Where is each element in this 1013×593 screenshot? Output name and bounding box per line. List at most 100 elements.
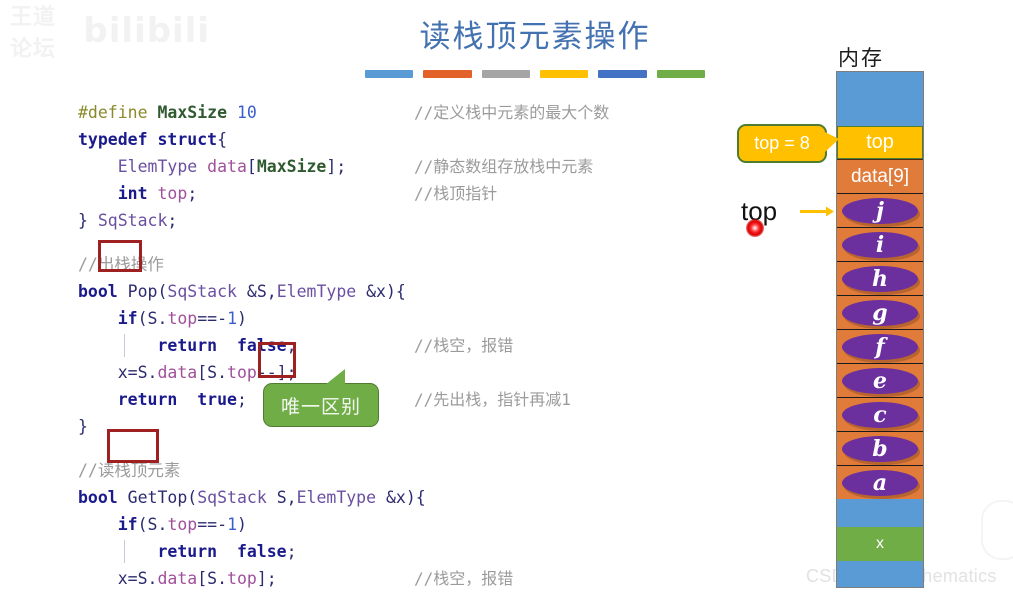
top-value-callout: top = 8 [737, 124, 839, 163]
code-comments-column: //定义栈中元素的最大个数 //静态数组存放栈中元素 //栈顶指针 //栈空，报错… [414, 99, 609, 593]
title-accent-bar-1 [365, 70, 414, 78]
memory-value-ellipse: g [842, 299, 918, 326]
comment-line-10: //先出栈，指针再减1 [414, 390, 571, 409]
code-token: ( [157, 282, 168, 301]
memory-cell-blue-12 [837, 499, 923, 527]
code-token: } [78, 211, 98, 230]
memory-cell-data-b: b [837, 431, 923, 465]
code-token: ; [236, 390, 247, 409]
code-token: ( [187, 488, 198, 507]
memory-diagram-title: 内存 [838, 47, 884, 70]
code-line-15: bool GetTop(SqStack S,ElemType &x){ [78, 484, 426, 511]
code-token: SqStack [197, 488, 277, 507]
code-token: top [157, 184, 188, 203]
code-token: --]; [256, 363, 297, 382]
code-token: data [157, 363, 198, 382]
comment-line-9 [414, 359, 609, 386]
bilibili-watermark: 王道论坛 bilibili [10, 4, 210, 61]
code-token: { [217, 130, 228, 149]
code-token: [S. [197, 363, 228, 382]
indent-guide [124, 540, 125, 563]
code-token: top [167, 515, 198, 534]
memory-cell-data-g: g [837, 295, 923, 329]
comment-line-5 [414, 251, 609, 278]
code-token: ]; [326, 157, 347, 176]
code-line-17: return false; [78, 538, 426, 565]
mouse-cursor-indicator [746, 219, 764, 237]
code-line-8: if(S.top==-1) [78, 305, 426, 332]
code-token: ElemType [78, 157, 208, 176]
title-accent-bars [365, 70, 705, 78]
code-token: data [207, 157, 247, 176]
memory-cell-data-c: c [837, 397, 923, 431]
code-line-7: bool Pop(SqStack &S,ElemType &x){ [78, 278, 426, 305]
code-line-1: typedef struct{ [78, 126, 426, 153]
code-line-0: #define MaxSize 10 [78, 99, 426, 126]
code-line-4: } SqStack; [78, 207, 426, 234]
code-token: ) [237, 515, 247, 534]
code-token: MaxSize [256, 157, 327, 176]
code-token: ; [187, 184, 198, 203]
code-token: #define [78, 103, 158, 122]
code-token: 10 [236, 103, 257, 122]
code-token: ElemType [296, 488, 386, 507]
code-line-2: ElemType data[MaxSize]; [78, 153, 426, 180]
code-token: S, [276, 488, 297, 507]
memory-cell-x: x [837, 527, 923, 561]
code-token: &S, [246, 282, 277, 301]
memory-cell-blue-0 [837, 72, 923, 126]
comment-line-3: //栈顶指针 [414, 184, 498, 203]
code-token: return true [78, 390, 237, 409]
title-accent-bar-5 [598, 70, 647, 78]
title-accent-bar-6 [656, 70, 705, 78]
code-token: top [227, 569, 257, 588]
title-accent-bar-3 [481, 70, 530, 78]
code-token: ElemType [276, 282, 367, 301]
code-line-6: //出栈操作 [78, 251, 426, 278]
top-value-callout-label: top = 8 [754, 133, 810, 153]
comment-line-16: //栈空，报错 [414, 569, 514, 588]
indent-guide [124, 334, 125, 357]
comment-line-14 [414, 511, 609, 538]
code-token: SqStack [167, 282, 247, 301]
comment-line-11 [414, 413, 609, 440]
memory-value-ellipse: f [842, 333, 918, 360]
slide-canvas: 王道论坛 bilibili CSDN @xMathematics 读栈顶元素操作… [0, 0, 1013, 593]
bilibili-watermark-logo: bilibili [83, 11, 210, 51]
code-token: (S. [137, 309, 168, 328]
memory-cell-data-j: j [837, 193, 923, 227]
code-line-10: x=S.data[S.top--]; [78, 359, 426, 386]
code-token: ; [167, 211, 178, 230]
callout-tail [316, 369, 345, 385]
code-token: typedef struct [78, 130, 218, 149]
code-token: ]; [256, 569, 277, 588]
memory-value-ellipse: i [842, 231, 918, 258]
code-token: top [227, 363, 257, 382]
code-token: bool [78, 488, 128, 507]
edge-rounded-shape [981, 500, 1013, 560]
memory-cell-data-a: a [837, 465, 923, 499]
code-token: 1 [227, 309, 237, 328]
title-accent-bar-2 [423, 70, 472, 78]
comment-line-0: //定义栈中元素的最大个数 [414, 103, 610, 122]
memory-value-ellipse: h [842, 265, 918, 292]
code-line-14: //读栈顶元素 [78, 457, 426, 484]
comment-line-2: //静态数组存放栈中元素 [414, 157, 594, 176]
bilibili-watermark-cn: 王道论坛 [10, 4, 57, 61]
slide-title: 读栈顶元素操作 [419, 19, 651, 54]
code-token: top [167, 309, 198, 328]
memory-column: top data[9] j i h g f e c b a x [836, 71, 924, 588]
code-token: ) [237, 309, 247, 328]
comment-line-8: //栈空，报错 [414, 336, 514, 355]
code-token: if [117, 515, 138, 534]
unique-difference-callout-label: 唯一区别 [280, 396, 361, 418]
comment-line-6 [414, 278, 609, 305]
code-token: ; [286, 336, 297, 355]
code-line-18: x=S.data[S.top]; [78, 565, 426, 592]
comment-line-1 [414, 126, 609, 153]
code-token: int [117, 184, 158, 203]
code-token: Pop [127, 282, 158, 301]
code-token: data [157, 569, 198, 588]
